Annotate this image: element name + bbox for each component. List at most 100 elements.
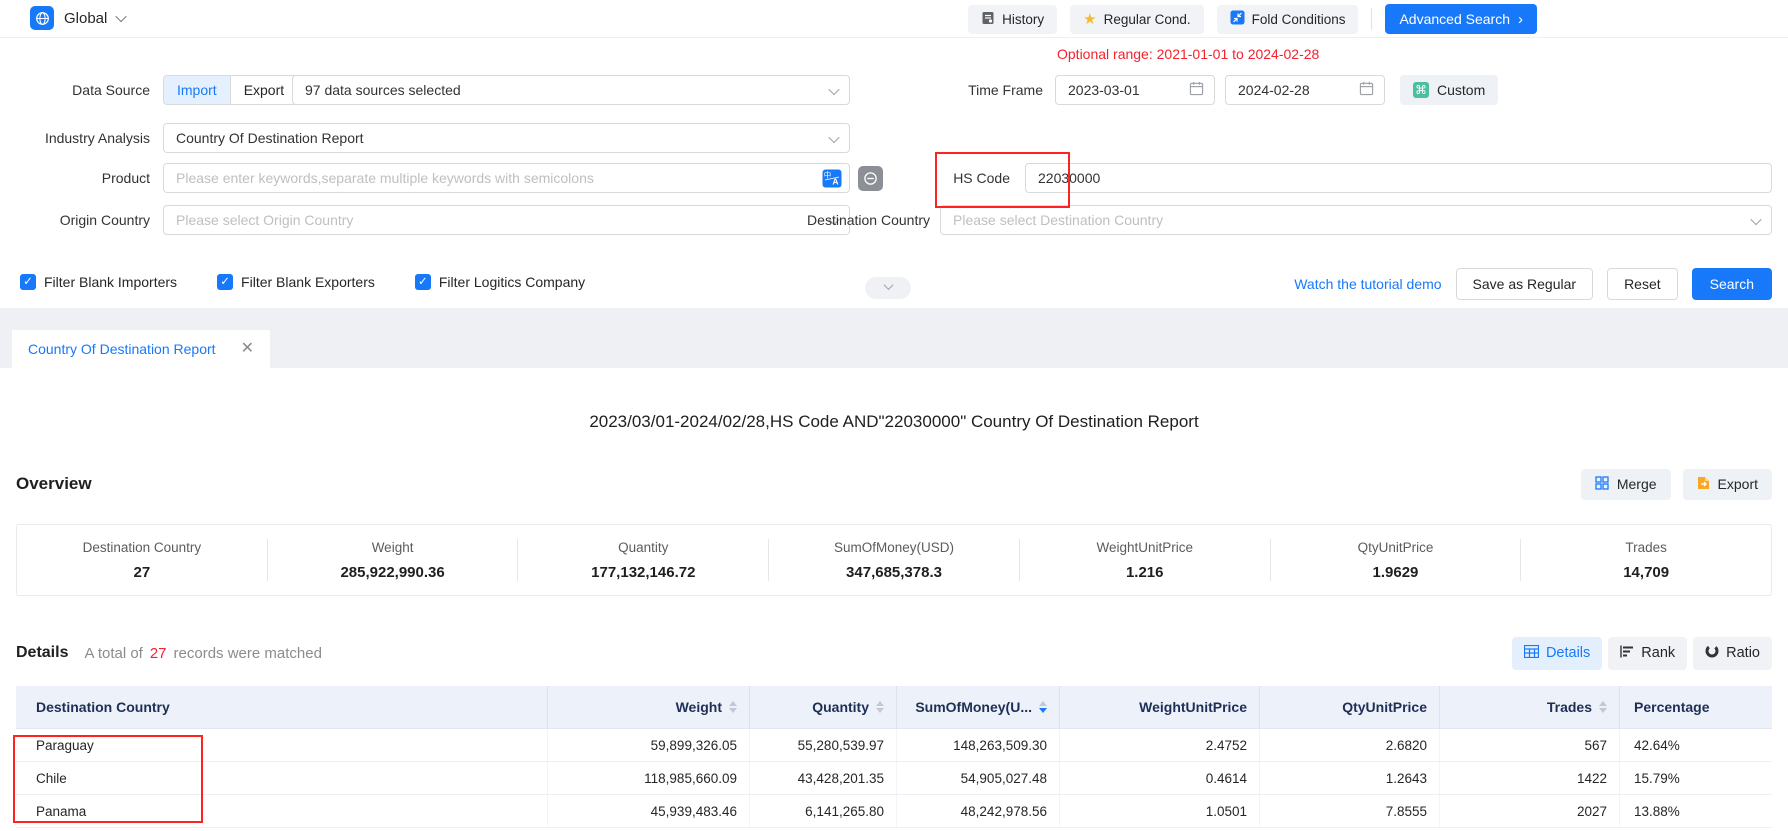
stat-quantity: Quantity177,132,146.72 — [518, 540, 768, 581]
stat-weight: Weight285,922,990.36 — [268, 540, 518, 581]
records-matched-text: A total of 27 records were matched — [84, 645, 321, 662]
details-header: Details A total of 27 records were match… — [16, 636, 1772, 670]
checkbox-filter-blank-exporters[interactable]: ✓ Filter Blank Exporters — [217, 274, 375, 290]
col-destination-country: Destination Country — [16, 686, 548, 728]
chevron-down-icon — [116, 11, 127, 22]
overview-heading: Overview — [16, 474, 92, 494]
checkbox-checked-icon: ✓ — [415, 274, 431, 290]
view-switcher: Details Rank Ratio — [1512, 637, 1772, 670]
hs-code-label: HS Code — [860, 163, 1010, 193]
checkbox-filter-logitics-company[interactable]: ✓ Filter Logitics Company — [415, 274, 585, 290]
col-sum-of-money[interactable]: SumOfMoney(U... — [897, 686, 1060, 728]
checkbox-filter-blank-importers[interactable]: ✓ Filter Blank Importers — [20, 274, 177, 290]
product-input[interactable] — [164, 164, 849, 192]
form-actions: Watch the tutorial demo Save as Regular … — [1294, 268, 1772, 300]
advanced-search-button[interactable]: Advanced Search › — [1385, 4, 1537, 34]
sort-icon — [729, 701, 737, 713]
export-toggle[interactable]: Export — [230, 76, 297, 104]
donut-chart-icon — [1705, 644, 1719, 662]
table-row: Panama 45,939,483.46 6,141,265.80 48,242… — [16, 795, 1772, 828]
region-switcher[interactable]: Global — [30, 6, 125, 30]
overview-header: Overview Merge Export — [16, 468, 1772, 500]
merge-icon — [1595, 476, 1609, 493]
filter-checkboxes: ✓ Filter Blank Importers ✓ Filter Blank … — [20, 274, 585, 290]
chevron-down-icon — [1750, 214, 1761, 225]
regular-cond-button[interactable]: ★ Regular Cond. — [1070, 5, 1204, 34]
sort-desc-active-icon — [1039, 701, 1047, 713]
chevron-down-icon — [828, 84, 839, 95]
date-to-input[interactable]: 2024-02-28 — [1225, 75, 1385, 105]
close-icon[interactable]: ✕ — [241, 341, 254, 357]
table-row: Paraguay 59,899,326.05 55,280,539.97 148… — [16, 729, 1772, 762]
stat-trades: Trades14,709 — [1521, 540, 1771, 581]
chevron-down-icon — [828, 132, 839, 143]
fold-icon — [1230, 10, 1245, 28]
topbar: Global History ★ Regular Cond. Fold Cond… — [0, 0, 1788, 38]
tutorial-link[interactable]: Watch the tutorial demo — [1294, 276, 1441, 292]
hs-code-input-wrap — [1025, 163, 1772, 193]
cell-country: Chile — [16, 762, 548, 794]
tab-strip: Country Of Destination Report ✕ — [0, 308, 1788, 368]
checkbox-checked-icon: ✓ — [217, 274, 233, 290]
col-quantity[interactable]: Quantity — [750, 686, 897, 728]
chevron-right-icon: › — [1518, 11, 1523, 28]
date-from-input[interactable]: 2023-03-01 — [1055, 75, 1215, 105]
divider — [1371, 8, 1372, 30]
view-ratio-button[interactable]: Ratio — [1693, 637, 1772, 670]
overview-stats-card: Destination Country27 Weight285,922,990.… — [16, 524, 1772, 596]
app-page: Global History ★ Regular Cond. Fold Cond… — [0, 0, 1788, 831]
origin-country-select[interactable]: Please select Origin Country — [163, 205, 850, 235]
globe-icon — [30, 6, 54, 30]
checkbox-checked-icon: ✓ — [20, 274, 36, 290]
report-content: 2023/03/01-2024/02/28,HS Code AND"220300… — [0, 412, 1788, 828]
reset-button[interactable]: Reset — [1607, 268, 1678, 300]
industry-analysis-select[interactable]: Country Of Destination Report — [163, 123, 850, 153]
save-as-regular-button[interactable]: Save as Regular — [1456, 268, 1594, 300]
destination-country-label: Destination Country — [760, 205, 930, 235]
topbar-actions: History ★ Regular Cond. Fold Conditions … — [968, 4, 1537, 34]
sort-icon — [1599, 701, 1607, 713]
data-sources-select[interactable]: 97 data sources selected — [292, 75, 850, 105]
translate-icon[interactable]: 中A — [822, 169, 842, 191]
data-source-toggle: Import Export — [163, 75, 298, 105]
view-rank-button[interactable]: Rank — [1608, 637, 1687, 670]
table-header-row: Destination Country Weight Quantity SumO… — [16, 686, 1772, 729]
table-row: Chile 118,985,660.09 43,428,201.35 54,90… — [16, 762, 1772, 795]
history-button[interactable]: History — [968, 5, 1057, 34]
stat-qty-unit-price: QtyUnitPrice1.9629 — [1271, 540, 1521, 581]
hs-code-input[interactable] — [1026, 164, 1771, 192]
report-title: 2023/03/01-2024/02/28,HS Code AND"220300… — [16, 412, 1772, 432]
details-table: Destination Country Weight Quantity SumO… — [16, 686, 1772, 828]
view-details-button[interactable]: Details — [1512, 637, 1602, 670]
history-icon — [981, 11, 995, 28]
record-count: 27 — [150, 645, 167, 662]
search-button[interactable]: Search — [1692, 268, 1772, 300]
col-weight[interactable]: Weight — [548, 686, 750, 728]
filter-panel: Optional range: 2021-01-01 to 2024-02-28… — [0, 38, 1788, 308]
col-trades[interactable]: Trades — [1440, 686, 1620, 728]
stat-sum-of-money: SumOfMoney(USD)347,685,378.3 — [769, 540, 1019, 581]
optional-range-note: Optional range: 2021-01-01 to 2024-02-28 — [1057, 46, 1319, 62]
col-weight-unit-price: WeightUnitPrice — [1060, 686, 1260, 728]
expand-conditions-toggle[interactable] — [865, 277, 911, 299]
destination-country-select[interactable]: Please select Destination Country — [940, 205, 1772, 235]
fold-conditions-button[interactable]: Fold Conditions — [1217, 5, 1359, 34]
tab-country-of-destination-report[interactable]: Country Of Destination Report ✕ — [12, 330, 270, 368]
region-label: Global — [64, 10, 107, 27]
stat-weight-unit-price: WeightUnitPrice1.216 — [1020, 540, 1270, 581]
chevron-down-icon — [883, 280, 893, 290]
overview-actions: Merge Export — [1581, 469, 1772, 500]
col-percentage: Percentage — [1620, 686, 1772, 728]
product-input-wrap: 中A — [163, 163, 850, 193]
export-file-icon — [1697, 476, 1710, 493]
sort-icon — [876, 701, 884, 713]
product-label: Product — [0, 163, 150, 193]
export-button[interactable]: Export — [1683, 469, 1772, 500]
star-icon: ★ — [1083, 12, 1096, 27]
import-toggle[interactable]: Import — [164, 76, 230, 104]
custom-range-button[interactable]: ⌘ Custom — [1400, 75, 1498, 105]
data-source-label: Data Source — [0, 75, 150, 105]
cell-country: Panama — [16, 795, 548, 827]
table-icon — [1524, 645, 1539, 662]
merge-button[interactable]: Merge — [1581, 469, 1671, 500]
